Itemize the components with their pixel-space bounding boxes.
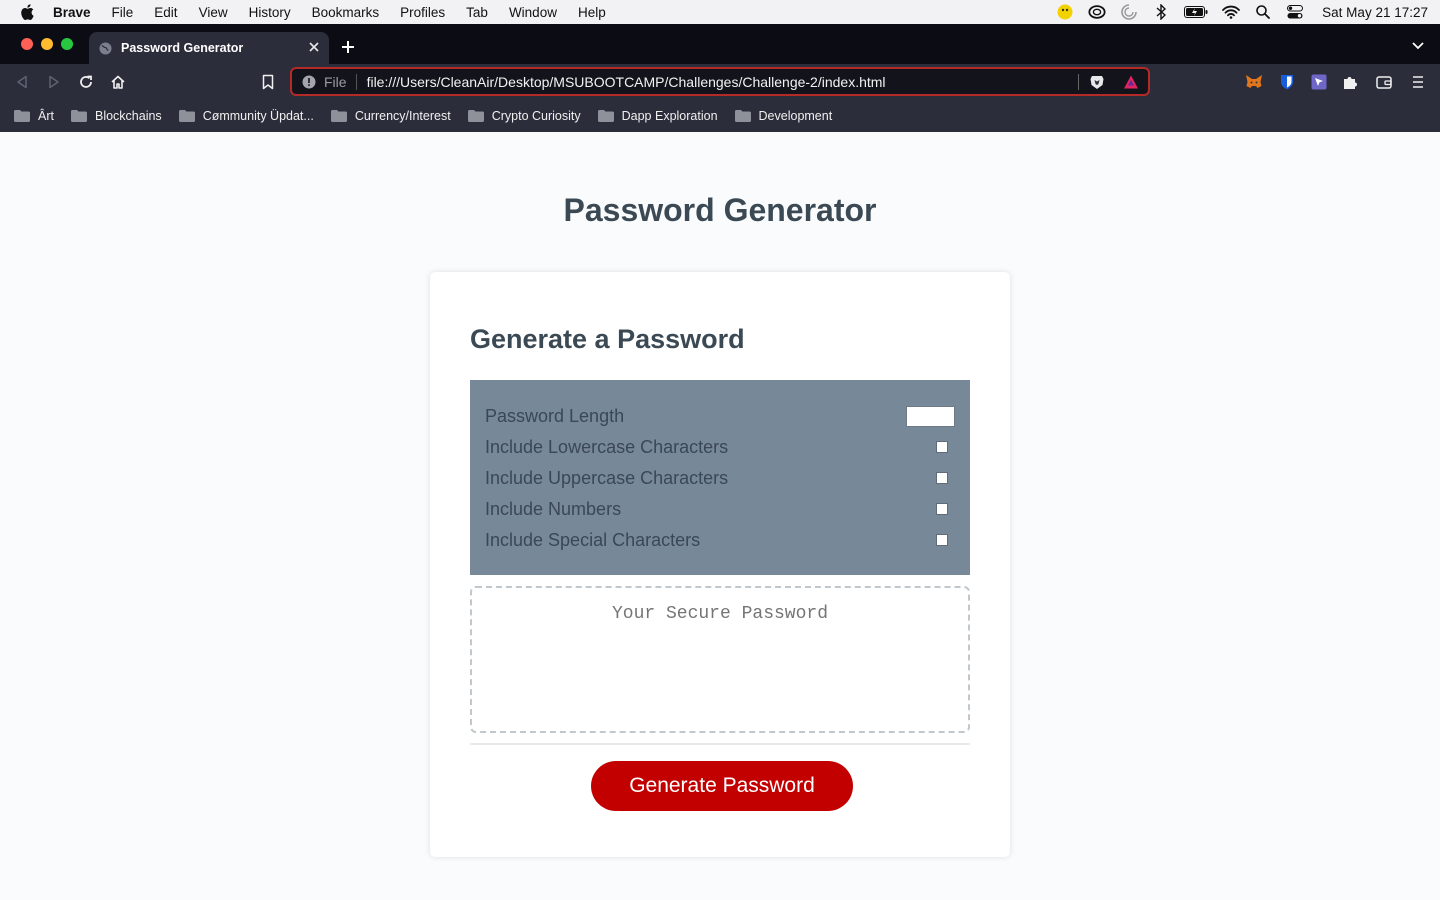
bookmark-folder-development[interactable]: Development xyxy=(734,109,833,123)
emoji-app-icon[interactable] xyxy=(1056,4,1074,20)
forward-icon[interactable] xyxy=(45,73,63,91)
menubar-status-area: Sat May 21 17:27 xyxy=(1056,0,1440,24)
wallet-icon[interactable] xyxy=(1375,73,1393,91)
reload-icon[interactable] xyxy=(77,73,95,91)
new-tab-plus-icon[interactable] xyxy=(340,39,356,55)
card-header: Generate a Password xyxy=(470,324,745,354)
tab-password-generator[interactable]: Password Generator xyxy=(89,32,329,64)
generator-card: Generate a Password Password Length Incl… xyxy=(430,272,1010,857)
numbers-label: Include Numbers xyxy=(485,498,622,519)
creative-cloud-icon[interactable] xyxy=(1088,4,1106,20)
bookmark-folder-currency-interest[interactable]: Currency/Interest xyxy=(330,109,451,123)
bookmark-label: Dapp Exploration xyxy=(621,109,718,123)
control-center-icon[interactable] xyxy=(1286,4,1304,20)
uppercase-row: Include Uppercase Characters xyxy=(485,466,955,490)
menubar-clock[interactable]: Sat May 21 17:27 xyxy=(1322,5,1428,20)
bookmark-folder-art[interactable]: Ârt xyxy=(14,109,54,123)
apple-icon[interactable] xyxy=(20,4,34,20)
home-icon[interactable] xyxy=(109,73,127,91)
bookmark-label: Currency/Interest xyxy=(354,109,451,123)
menu-profiles[interactable]: Profiles xyxy=(400,5,445,20)
menu-tab[interactable]: Tab xyxy=(466,5,488,20)
wifi-icon[interactable] xyxy=(1222,4,1241,20)
folder-icon xyxy=(178,110,195,122)
close-tab-icon[interactable] xyxy=(307,40,321,54)
metamask-extension-icon[interactable] xyxy=(1245,73,1263,91)
bookmark-folder-community-update[interactable]: Cømmunity Üpdat... xyxy=(178,109,314,123)
special-checkbox[interactable] xyxy=(936,534,948,546)
page-viewport: Password Generator Generate a Password P… xyxy=(0,132,1440,900)
battery-icon[interactable] xyxy=(1184,4,1208,20)
menu-file[interactable]: File xyxy=(112,5,134,20)
menu-history[interactable]: History xyxy=(249,5,291,20)
password-output-textarea[interactable]: Your Secure Password xyxy=(470,586,970,733)
bookmark-folder-blockchains[interactable]: Blockchains xyxy=(70,109,162,123)
menu-window[interactable]: Window xyxy=(509,5,557,20)
lowercase-label: Include Lowercase Characters xyxy=(485,436,729,457)
macos-menu-bar: Brave File Edit View History Bookmarks P… xyxy=(0,0,1440,24)
menu-bookmarks[interactable]: Bookmarks xyxy=(312,5,380,20)
folder-icon xyxy=(597,110,614,122)
bookmark-label: Blockchains xyxy=(94,109,162,123)
window-minimize-button[interactable] xyxy=(41,38,53,50)
bookmarks-bar: Ârt Blockchains Cømmunity Üpdat... Curre… xyxy=(0,100,1440,132)
folder-icon xyxy=(70,110,87,122)
sync-status-icon[interactable] xyxy=(1120,4,1138,20)
lowercase-row: Include Lowercase Characters xyxy=(485,435,955,459)
spotlight-search-icon[interactable] xyxy=(1254,4,1272,20)
url-divider xyxy=(1078,73,1079,90)
bookmark-label: Cømmunity Üpdat... xyxy=(202,109,314,123)
url-scheme-label: File xyxy=(324,73,357,90)
lowercase-checkbox[interactable] xyxy=(936,441,948,453)
window-zoom-button[interactable] xyxy=(61,38,73,50)
bookmark-folder-crypto-curiosity[interactable]: Crypto Curiosity xyxy=(467,109,581,123)
password-length-input[interactable] xyxy=(906,405,955,427)
site-info-icon[interactable] xyxy=(302,75,316,89)
numbers-row: Include Numbers xyxy=(485,497,955,521)
bookmark-label: Crypto Curiosity xyxy=(491,109,581,123)
bluetooth-icon[interactable] xyxy=(1152,4,1170,20)
window-close-button[interactable] xyxy=(21,38,33,50)
card-divider xyxy=(470,743,970,745)
folder-icon xyxy=(734,110,751,122)
bookmark-label: Ârt xyxy=(38,109,54,123)
uppercase-label: Include Uppercase Characters xyxy=(485,467,729,488)
length-row: Password Length xyxy=(485,404,955,428)
special-row: Include Special Characters xyxy=(485,528,955,552)
back-icon[interactable] xyxy=(13,73,31,91)
generate-password-button[interactable]: Generate Password xyxy=(591,761,853,811)
tab-list-chevron-icon[interactable] xyxy=(1412,42,1424,50)
main-menu-icon[interactable] xyxy=(1409,73,1427,91)
special-label: Include Special Characters xyxy=(485,529,701,550)
numbers-checkbox[interactable] xyxy=(936,503,948,515)
address-bar[interactable]: File file:///Users/CleanAir/Desktop/MSUB… xyxy=(290,67,1150,96)
criteria-panel: Password Length Include Lowercase Charac… xyxy=(470,380,970,575)
menu-help[interactable]: Help xyxy=(578,5,606,20)
bookmark-page-icon[interactable] xyxy=(259,73,277,91)
tab-title: Password Generator xyxy=(121,41,244,55)
uppercase-checkbox[interactable] xyxy=(936,472,948,484)
length-label: Password Length xyxy=(485,405,625,426)
browser-tab-bar: Password Generator xyxy=(0,24,1440,64)
folder-icon xyxy=(467,110,484,122)
url-text[interactable]: file:///Users/CleanAir/Desktop/MSUBOOTCA… xyxy=(367,74,1078,90)
bookmark-folder-dapp-exploration[interactable]: Dapp Exploration xyxy=(597,109,718,123)
menu-view[interactable]: View xyxy=(199,5,228,20)
globe-icon xyxy=(99,41,112,55)
menu-app-name[interactable]: Brave xyxy=(53,5,91,20)
brave-shields-icon[interactable] xyxy=(1089,74,1105,90)
folder-icon xyxy=(330,110,347,122)
bitwarden-extension-icon[interactable] xyxy=(1278,73,1296,91)
folder-icon xyxy=(14,110,30,122)
bookmark-label: Development xyxy=(758,109,833,123)
extensions-puzzle-icon[interactable] xyxy=(1341,73,1359,91)
browser-toolbar: File file:///Users/CleanAir/Desktop/MSUB… xyxy=(0,64,1440,100)
brave-rewards-icon[interactable] xyxy=(1123,74,1139,90)
page-title: Password Generator xyxy=(563,192,877,228)
cursor-extension-icon[interactable] xyxy=(1310,73,1328,91)
password-placeholder: Your Secure Password xyxy=(611,604,829,624)
menu-edit[interactable]: Edit xyxy=(154,5,177,20)
